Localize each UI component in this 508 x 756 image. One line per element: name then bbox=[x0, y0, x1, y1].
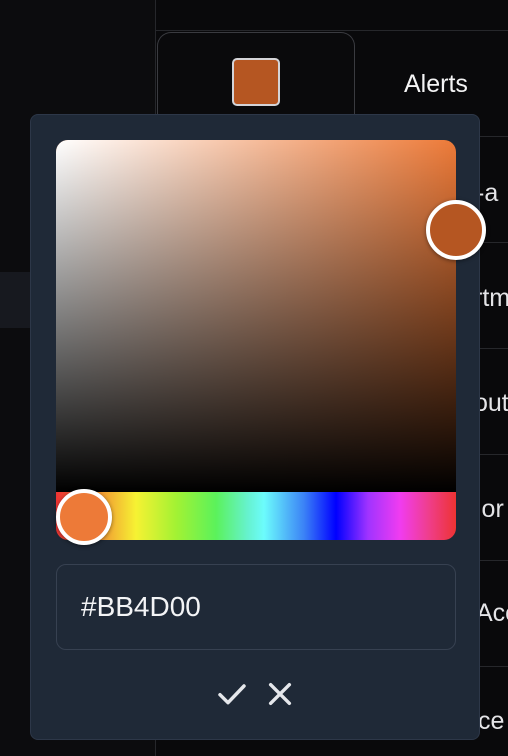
tab-alerts[interactable]: Alerts bbox=[404, 68, 468, 100]
table-row[interactable]: -a bbox=[476, 178, 508, 208]
hue-handle[interactable] bbox=[56, 489, 112, 545]
hue-slider[interactable] bbox=[56, 492, 456, 540]
header-divider bbox=[155, 30, 508, 31]
close-icon bbox=[268, 682, 292, 706]
black-gradient bbox=[56, 140, 456, 492]
confirm-button[interactable] bbox=[214, 676, 250, 712]
saturation-handle[interactable] bbox=[426, 200, 486, 260]
hex-input[interactable] bbox=[56, 564, 456, 650]
table-row[interactable]: Acc bbox=[476, 598, 508, 628]
check-icon bbox=[218, 684, 246, 705]
table-row[interactable]: ce bbox=[478, 706, 508, 736]
color-swatch-button[interactable] bbox=[232, 58, 280, 106]
app-window: Alerts -a rtm out ior Acc ce bbox=[0, 0, 508, 756]
saturation-value-area[interactable] bbox=[56, 140, 456, 492]
cancel-button[interactable] bbox=[262, 676, 298, 712]
table-row[interactable]: ior bbox=[476, 494, 508, 524]
